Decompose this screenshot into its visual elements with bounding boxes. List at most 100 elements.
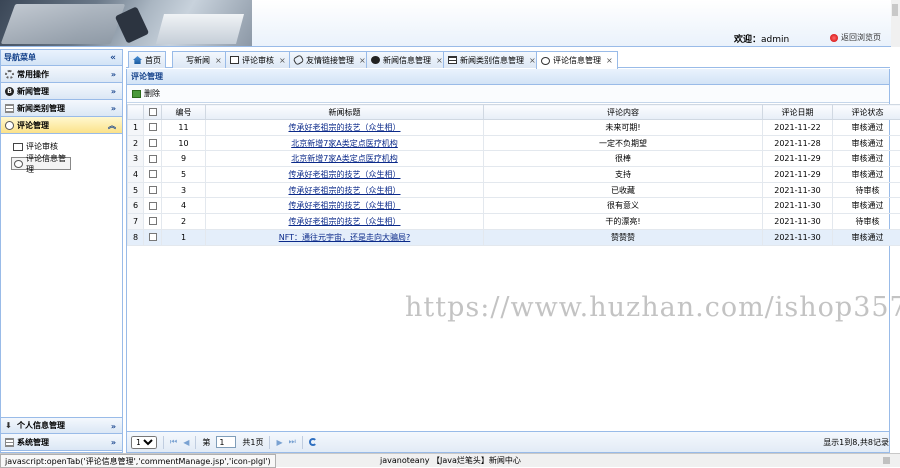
column-header[interactable]: 编号 <box>162 105 206 120</box>
delete-button[interactable]: 删除 <box>144 88 160 99</box>
pagination-info: 显示1到8,共8记录 <box>823 437 889 448</box>
panel-title: 评论管理 <box>127 69 889 85</box>
category-icon <box>5 104 14 113</box>
banner-image <box>0 0 252 46</box>
system-icon <box>5 438 14 447</box>
welcome-text: 欢迎：admin <box>734 32 789 45</box>
row-checkbox[interactable] <box>144 214 162 230</box>
column-header[interactable]: 评论日期 <box>763 105 833 120</box>
select-all-checkbox[interactable] <box>144 105 162 120</box>
comment-manage-panel: 评论管理 删除 编号 新闻标题 评论内容 评论日期 评论状态 1 11 传 <box>126 69 890 453</box>
row-checkbox[interactable] <box>144 151 162 167</box>
news-title-link[interactable]: 传承好老祖宗的技艺（众生相） <box>289 186 401 195</box>
table-row[interactable]: 5 3 传承好老祖宗的技艺（众生相） 已收藏 2021-11-30 待审核 <box>128 182 900 198</box>
header-scrollbar[interactable] <box>891 0 900 47</box>
close-icon[interactable]: × <box>529 56 536 65</box>
tab-home[interactable]: 首页 <box>128 51 166 68</box>
table-row[interactable]: 2 10 北京新增7家A类定点医疗机构 一定不负期望 2021-11-28 审核… <box>128 135 900 151</box>
next-page-icon[interactable]: ▶ <box>276 438 282 447</box>
expand-icon: » <box>111 434 116 451</box>
tab-comment-review[interactable]: 评论审核 × <box>225 51 291 68</box>
browser-status-bar: javascript:openTab('评论信息管理','commentMana… <box>0 453 900 467</box>
sidebar-title: 导航菜单 « <box>1 50 122 66</box>
tab-bar: 首页 写新闻 × 评论审核 × 友情链接管理 × 新闻信息管理 × 新闻类别信息… <box>126 49 890 68</box>
column-header[interactable]: 评论内容 <box>484 105 763 120</box>
news-title-link[interactable]: 传承好老祖宗的技艺（众生相） <box>289 201 401 210</box>
gear-icon <box>5 70 14 79</box>
back-icon <box>830 34 838 42</box>
close-icon[interactable]: × <box>279 56 286 65</box>
footer-text: javanoteany 【Java烂笔头】新闻中心 <box>380 454 521 468</box>
expand-icon: » <box>111 418 116 435</box>
page-total: 共1页 <box>242 437 263 448</box>
expand-icon: » <box>111 83 116 100</box>
home-icon <box>133 56 142 64</box>
table-row[interactable]: 7 2 传承好老祖宗的技艺（众生相） 干的漂亮! 2021-11-30 待审核 <box>128 214 900 230</box>
comment-bubble-icon <box>541 57 550 65</box>
sidebar-section-comments[interactable]: 评论管理 ︽ <box>1 117 122 134</box>
table-header-row: 编号 新闻标题 评论内容 评论日期 评论状态 <box>128 105 900 120</box>
comment-table: 编号 新闻标题 评论内容 评论日期 评论状态 1 11 传承好老祖宗的技艺（众生… <box>127 104 900 246</box>
app-header: 欢迎：admin 返回浏览页 <box>0 0 900 47</box>
expand-icon: » <box>111 100 116 117</box>
username: admin <box>761 35 789 45</box>
back-to-site-link[interactable]: 返回浏览页 <box>830 32 881 43</box>
arrow-down-icon: ⬇ <box>5 421 14 430</box>
table-row[interactable]: 6 4 传承好老祖宗的技艺（众生相） 很有意义 2021-11-30 审核通过 <box>128 198 900 214</box>
sidebar-item-comment-review[interactable]: 评论审核 <box>11 140 122 153</box>
news-title-link[interactable]: 北京新增7家A类定点医疗机构 <box>291 154 398 163</box>
row-checkbox[interactable] <box>144 167 162 183</box>
expand-icon: » <box>111 66 116 83</box>
link-icon <box>293 54 305 65</box>
refresh-icon[interactable] <box>309 438 317 446</box>
table-row[interactable]: 8 1 NFT：通往元宇宙，还是走向大骗局? 赞赞赞 2021-11-30 审核… <box>128 229 900 245</box>
last-page-icon[interactable]: ⏭ <box>289 437 296 447</box>
tab-friend-links[interactable]: 友情链接管理 × <box>289 51 371 68</box>
close-icon[interactable]: × <box>359 56 366 65</box>
tab-comment-manage[interactable]: 评论信息管理 × <box>536 51 618 69</box>
pagination-bar: 10 ⏮ ◀ 第 共1页 ▶ ⏭ 显示1到8,共8记录 <box>127 431 889 452</box>
news-title-link[interactable]: NFT：通往元宇宙，还是走向大骗局? <box>279 233 411 242</box>
row-checkbox[interactable] <box>144 198 162 214</box>
sidebar-section-news-category[interactable]: 新闻类别管理 » <box>1 100 122 117</box>
row-checkbox[interactable] <box>144 229 162 245</box>
document-icon <box>448 56 457 64</box>
comment-bubble-icon <box>14 160 23 168</box>
news-title-link[interactable]: 传承好老祖宗的技艺（众生相） <box>289 217 401 226</box>
prev-page-icon[interactable]: ◀ <box>183 438 189 447</box>
collapse-sidebar-icon[interactable]: « <box>110 50 116 66</box>
resize-grip[interactable] <box>883 457 890 464</box>
sidebar-section-profile[interactable]: ⬇ 个人信息管理 » <box>1 417 122 434</box>
sidebar-section-common[interactable]: 常用操作 » <box>1 66 122 83</box>
sidebar-nav: 导航菜单 « 常用操作 » B 新闻管理 » 新闻类别管理 » 评论管理 ︽ 评… <box>0 49 123 453</box>
sidebar-section-news[interactable]: B 新闻管理 » <box>1 83 122 100</box>
comment-bubble-icon <box>5 121 14 130</box>
close-icon[interactable]: × <box>606 56 613 65</box>
comments-section-body: 评论审核 评论信息管理 <box>1 134 122 413</box>
close-icon[interactable]: × <box>436 56 443 65</box>
page-number-input[interactable] <box>216 436 236 448</box>
table-row[interactable]: 3 9 北京新增7家A类定点医疗机构 很棒 2021-11-29 审核通过 <box>128 151 900 167</box>
news-title-link[interactable]: 传承好老祖宗的技艺（众生相） <box>289 123 401 132</box>
tab-write-news[interactable]: 写新闻 × <box>172 51 227 68</box>
column-header[interactable]: 评论状态 <box>833 105 900 120</box>
page-size-select[interactable]: 10 <box>131 436 157 449</box>
column-header[interactable]: 新闻标题 <box>206 105 484 120</box>
news-title-link[interactable]: 传承好老祖宗的技艺（众生相） <box>289 170 401 179</box>
tab-news-info[interactable]: 新闻信息管理 × <box>366 51 448 68</box>
row-checkbox[interactable] <box>144 135 162 151</box>
table-row[interactable]: 1 11 传承好老祖宗的技艺（众生相） 未来可期! 2021-11-22 审核通… <box>128 120 900 136</box>
first-page-icon[interactable]: ⏮ <box>170 437 177 447</box>
tab-news-category[interactable]: 新闻类别信息管理 × <box>443 51 541 68</box>
edit-icon <box>230 56 239 64</box>
sidebar-section-system[interactable]: 系统管理 » <box>1 434 122 451</box>
sidebar-item-comment-manage[interactable]: 评论信息管理 <box>11 157 71 170</box>
edit-icon <box>13 143 23 151</box>
table-row[interactable]: 4 5 传承好老祖宗的技艺（众生相） 支持 2021-11-29 审核通过 <box>128 167 900 183</box>
row-checkbox[interactable] <box>144 120 162 136</box>
news-title-link[interactable]: 北京新增7家A类定点医疗机构 <box>291 139 398 148</box>
row-checkbox[interactable] <box>144 182 162 198</box>
status-url: javascript:openTab('评论信息管理','commentMana… <box>0 454 276 468</box>
close-icon[interactable]: × <box>215 56 222 65</box>
grid-toolbar: 删除 <box>127 85 889 103</box>
